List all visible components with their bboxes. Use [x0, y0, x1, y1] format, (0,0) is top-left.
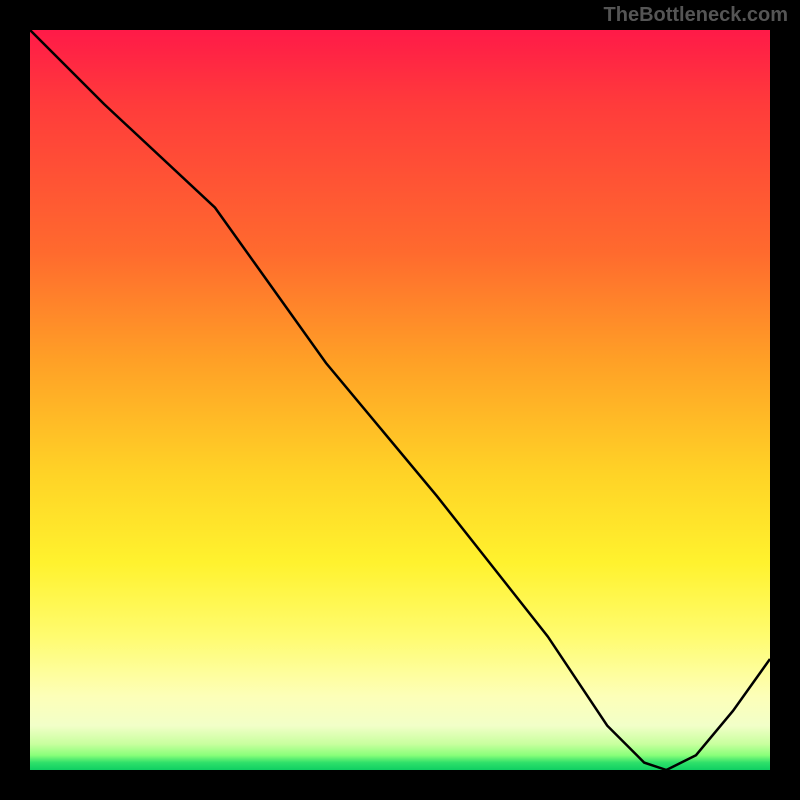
- plot-area: [30, 30, 770, 770]
- bottleneck-curve-path: [30, 30, 770, 770]
- chart-container: TheBottleneck.com: [0, 0, 800, 800]
- bottleneck-curve-svg: [30, 30, 770, 770]
- attribution-text: TheBottleneck.com: [604, 4, 788, 27]
